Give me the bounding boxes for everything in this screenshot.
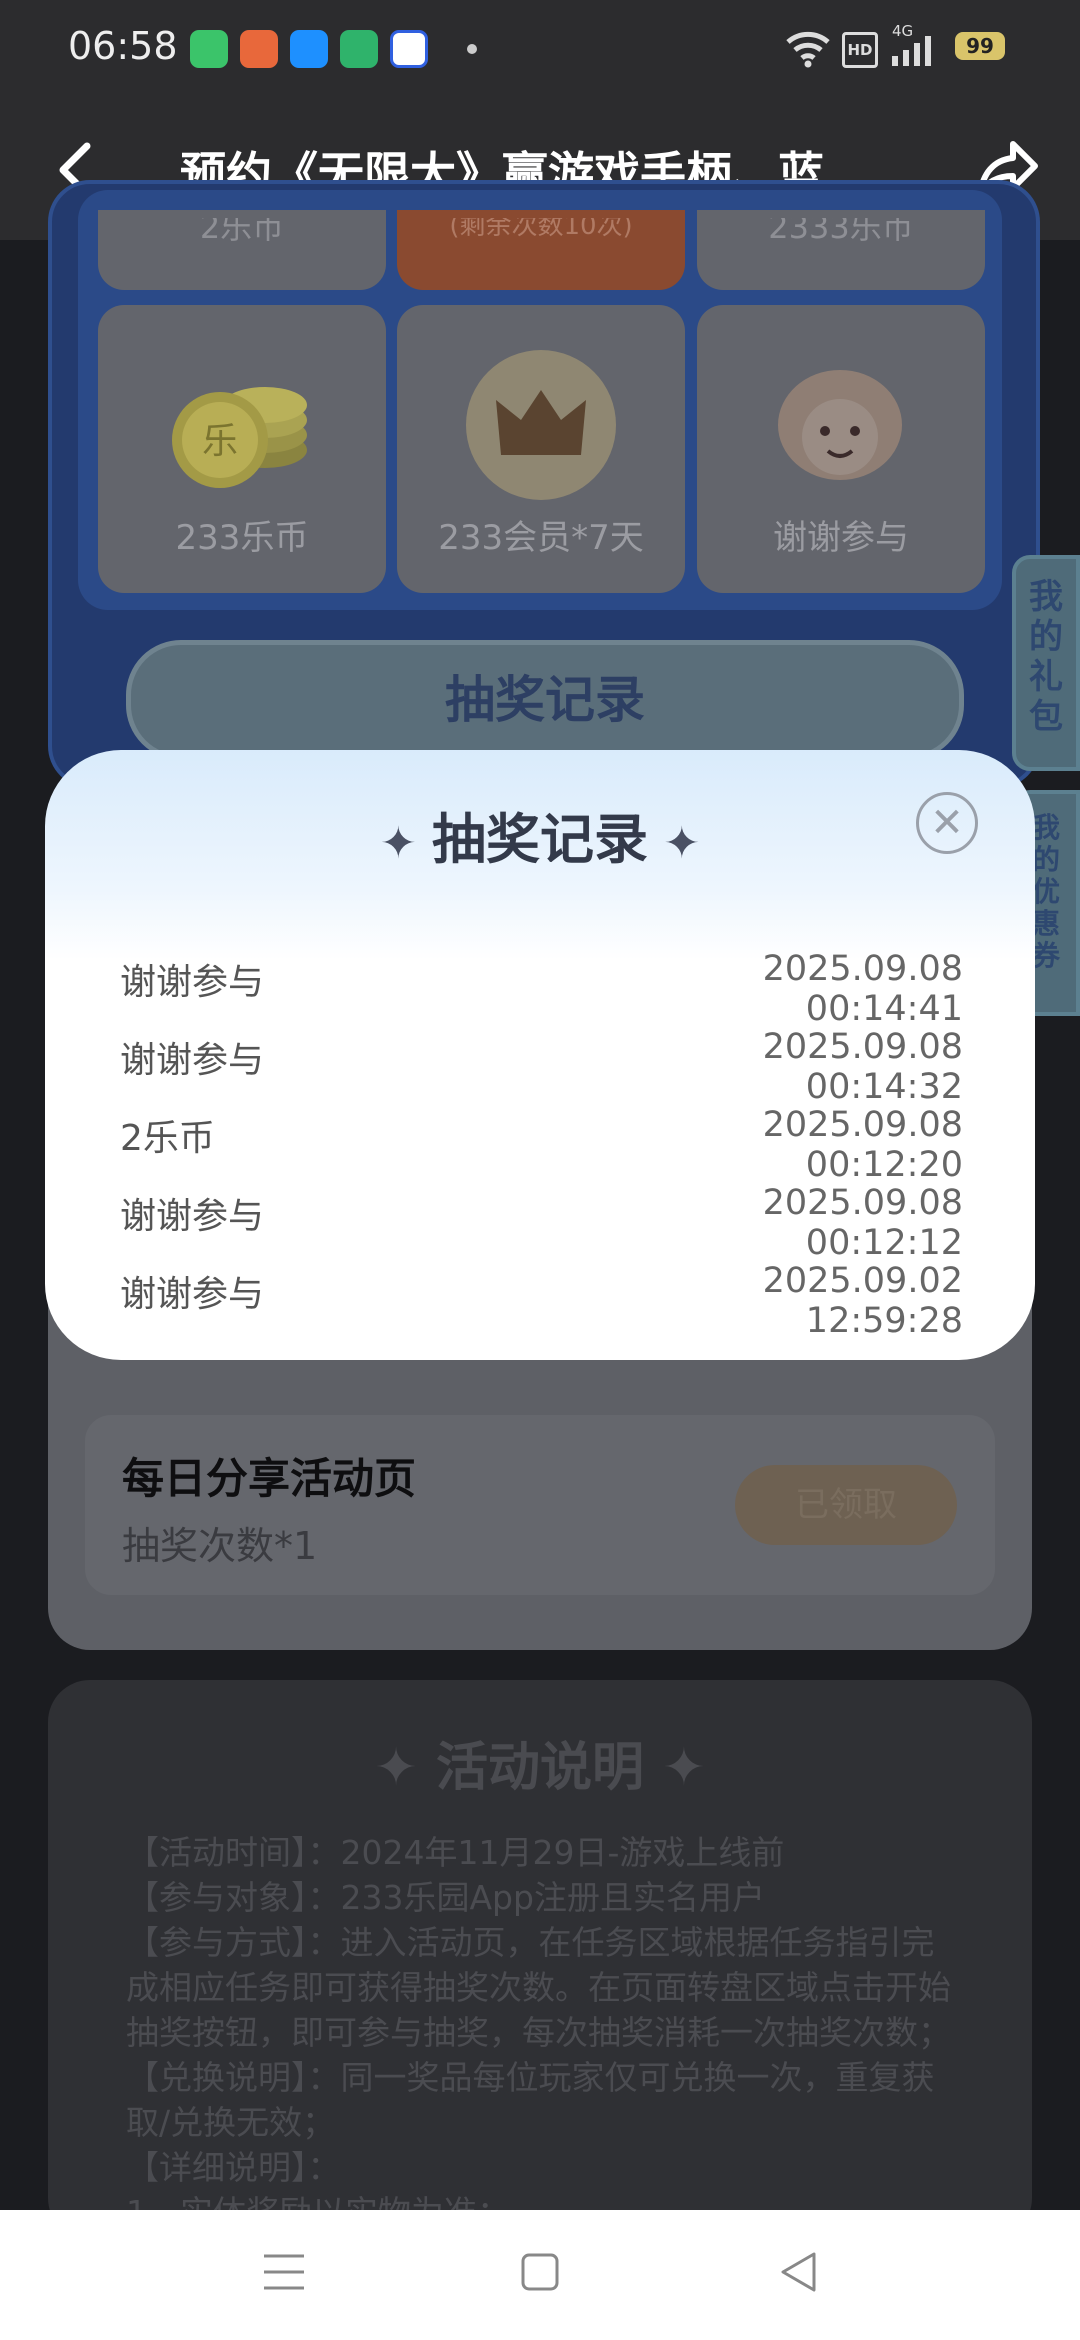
prize-label: 233乐币 bbox=[175, 518, 309, 558]
sparkle-icon: ✦ bbox=[379, 818, 432, 869]
description-line: 【参与对象】：233乐园App注册且实名用户 bbox=[126, 1878, 765, 1917]
record-time: 2025.09.08 00:14:41 bbox=[762, 949, 963, 1029]
status-bar: 06:58 HD 4G 99 bbox=[0, 0, 1080, 100]
record-prize: 谢谢参与 bbox=[120, 962, 265, 1003]
status-time: 06:58 bbox=[68, 24, 178, 68]
record-prize: 谢谢参与 bbox=[120, 1040, 265, 1081]
signal-icon bbox=[892, 36, 931, 66]
modal-heading: 抽奖记录 bbox=[432, 808, 648, 871]
prize-cell-label: 2333乐币 bbox=[768, 218, 914, 246]
record-prize: 谢谢参与 bbox=[120, 1196, 265, 1237]
close-icon[interactable]: ✕ bbox=[916, 792, 978, 854]
hd-icon: HD bbox=[842, 32, 878, 68]
game-notification-icon bbox=[240, 30, 278, 68]
prize-label: 233会员*7天 bbox=[438, 518, 644, 558]
draw-button[interactable]: (剩余次数10次) bbox=[397, 210, 685, 290]
description-line: 【活动时间】：2024年11月29日-游戏上线前 bbox=[126, 1833, 785, 1872]
record-time: 2025.09.02 12:59:28 bbox=[762, 1261, 963, 1341]
record-time: 2025.09.08 00:14:32 bbox=[762, 1027, 963, 1107]
sparkle-icon: ✦ bbox=[644, 1738, 706, 1798]
coin-stack-icon: 乐 bbox=[172, 387, 307, 488]
description-line: 【兑换说明】：同一奖品每位玩家仅可兑换一次，重复获 bbox=[126, 2058, 935, 2097]
draw-remaining: (剩余次数10次) bbox=[449, 218, 633, 241]
my-gifts-label: 我的礼包 bbox=[1029, 577, 1063, 737]
prize-cell-label: 2乐币 bbox=[199, 218, 285, 246]
menu-icon[interactable] bbox=[262, 2252, 306, 2292]
nav-back-icon[interactable] bbox=[778, 2250, 818, 2294]
modal-title: ✦ 抽奖记录 ✦ bbox=[45, 795, 1035, 874]
description-line: 取/兑换无效； bbox=[126, 2103, 336, 2142]
sparkle-icon: ✦ bbox=[374, 1738, 436, 1798]
claimed-button[interactable]: 已领取 bbox=[735, 1465, 957, 1545]
wifi-icon bbox=[786, 31, 830, 68]
lottery-record-modal: ✦ 抽奖记录 ✦ ✕ 谢谢参与 2025.09.08 00:14:41 谢谢参与… bbox=[45, 750, 1035, 1360]
my-gifts-tab[interactable]: 我的礼包 bbox=[1012, 555, 1080, 771]
sparkle-icon: ✦ bbox=[648, 818, 701, 869]
task-reward: 抽奖次数*1 bbox=[122, 1524, 318, 1568]
prize-cell: 2乐币 bbox=[98, 210, 386, 290]
browser-notification-icon bbox=[290, 30, 328, 68]
description-line: 抽奖按钮，即可参与抽奖，每次抽奖消耗一次抽奖次数； bbox=[126, 2013, 951, 2052]
description-line: 成相应任务即可获得抽奖次数。在页面转盘区域点击开始 bbox=[126, 1968, 951, 2007]
prize-cell: 2333乐币 bbox=[697, 210, 985, 290]
description-line: 【参与方式】：进入活动页，在任务区域根据任务指引完 bbox=[126, 1923, 935, 1962]
record-time: 2025.09.08 00:12:12 bbox=[762, 1183, 963, 1263]
more-notifications-dot bbox=[467, 44, 477, 54]
lottery-record-button[interactable]: 抽奖记录 bbox=[126, 640, 964, 760]
baidu-notification-icon bbox=[390, 30, 428, 68]
description-body: 【活动时间】：2024年11月29日-游戏上线前 【参与对象】：233乐园App… bbox=[126, 1830, 966, 2235]
record-prize: 2乐币 bbox=[120, 1118, 215, 1159]
prize-label: 谢谢参与 bbox=[773, 518, 909, 558]
crown-badge-icon bbox=[466, 350, 616, 500]
record-prize: 谢谢参与 bbox=[120, 1274, 265, 1315]
play-notification-icon bbox=[340, 30, 378, 68]
description-title: ✦ 活动说明 ✦ bbox=[0, 1725, 1080, 1800]
description-heading: 活动说明 bbox=[435, 1738, 644, 1798]
app-notification-icon bbox=[190, 30, 228, 68]
description-line: 【详细说明】： bbox=[126, 2148, 341, 2187]
record-time: 2025.09.08 00:12:20 bbox=[762, 1105, 963, 1185]
svg-text:乐: 乐 bbox=[202, 421, 238, 462]
task-title: 每日分享活动页 bbox=[122, 1454, 417, 1503]
mascot-icon bbox=[778, 370, 902, 480]
home-icon[interactable] bbox=[520, 2252, 560, 2292]
battery-icon: 99 bbox=[955, 32, 1005, 60]
